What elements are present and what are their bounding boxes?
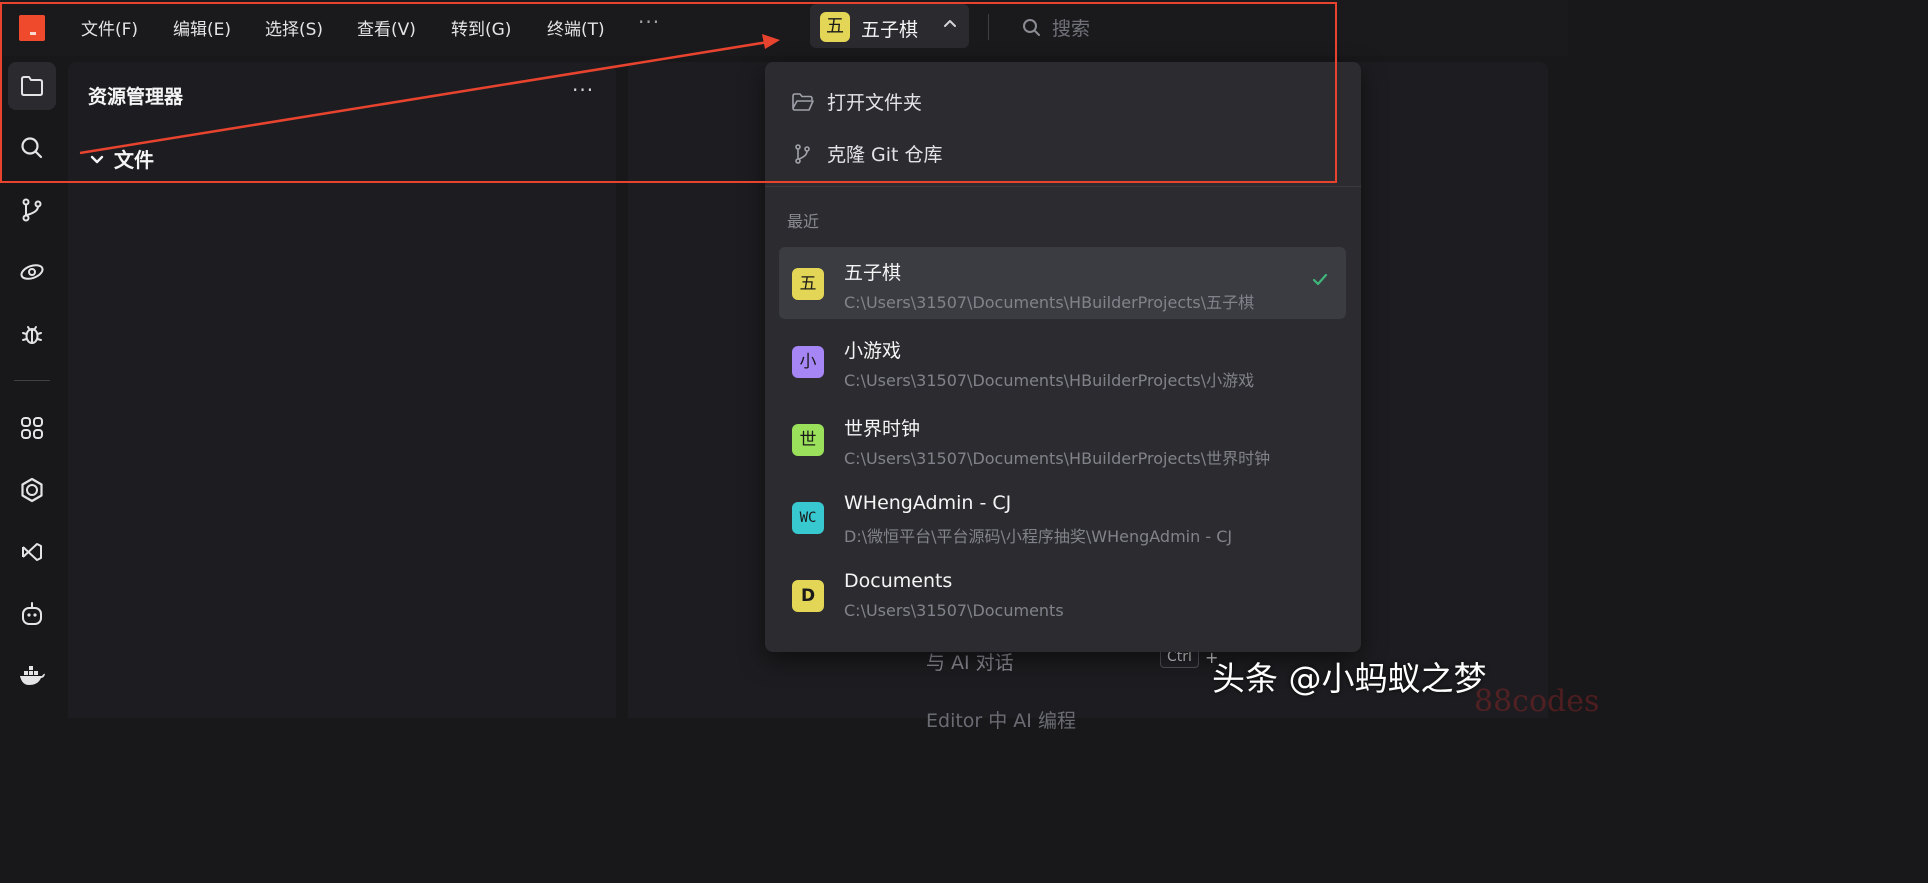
project-path: C:\Users\31507\Documents\HBuilderProject…	[844, 449, 1271, 468]
menu-goto[interactable]: 转到(G)	[451, 15, 511, 40]
divider	[14, 380, 50, 381]
clone-git-action[interactable]: 克隆 Git 仓库	[791, 140, 943, 167]
git-branch-icon	[22, 198, 42, 222]
divider	[765, 186, 1361, 187]
chevron-up-icon	[944, 20, 956, 27]
search-input[interactable]: 搜索	[1052, 14, 1090, 41]
docker-icon	[20, 666, 45, 685]
explorer-button[interactable]	[8, 62, 56, 110]
recent-project-item[interactable]: D Documents C:\Users\31507\Documents	[779, 559, 1346, 631]
section-label: 文件	[114, 148, 154, 172]
project-path: C:\Users\31507\Documents\HBuilderProject…	[844, 293, 1255, 312]
project-path: C:\Users\31507\Documents	[844, 601, 1064, 620]
project-badge: D	[792, 580, 824, 612]
cloud-button[interactable]	[8, 466, 56, 514]
folder-icon	[21, 76, 43, 96]
eye-orbit-icon	[20, 264, 44, 280]
panel-title: 资源管理器	[88, 86, 184, 108]
folder-open-icon	[792, 92, 814, 111]
divider	[988, 14, 989, 40]
scrollbar-gutter	[1552, 62, 1568, 718]
vs-logo-icon	[22, 543, 42, 561]
visual-studio-button[interactable]	[8, 528, 56, 576]
menu-edit[interactable]: 编辑(E)	[173, 15, 231, 40]
explorer-panel: 资源管理器 ··· 文件	[68, 62, 616, 718]
bug-icon	[22, 326, 42, 344]
recent-project-item[interactable]: 世 世界时钟 C:\Users\31507\Documents\HBuilder…	[779, 403, 1346, 475]
menu-select[interactable]: 选择(S)	[265, 15, 323, 40]
open-folder-action[interactable]: 打开文件夹	[791, 88, 922, 115]
open-folder-label: 打开文件夹	[827, 92, 923, 114]
check-icon	[1312, 273, 1328, 286]
panel-more-button[interactable]: ···	[572, 78, 594, 102]
project-switcher-button[interactable]: 五 五子棋	[810, 4, 969, 48]
menu-more-button[interactable]: ···	[638, 10, 660, 34]
project-name: 世界时钟	[844, 418, 921, 440]
ai-chat-hint: 与 AI 对话	[926, 652, 1014, 674]
search-icon	[21, 137, 43, 159]
clone-git-label: 克隆 Git 仓库	[827, 144, 943, 166]
project-badge: WC	[792, 502, 824, 534]
preview-button[interactable]	[8, 248, 56, 296]
project-name: Documents	[844, 570, 953, 592]
menu-terminal[interactable]: 终端(T)	[547, 15, 605, 40]
project-badge: 五	[792, 268, 824, 300]
recent-project-item[interactable]: WC WHengAdmin - CJ D:\微恒平台\平台源码\小程序抽奖\WH…	[779, 481, 1346, 553]
hexagon-ring-icon	[21, 477, 43, 503]
project-name: WHengAdmin - CJ	[844, 492, 1012, 514]
project-name: 五子棋	[861, 19, 919, 41]
project-name: 小游戏	[844, 340, 902, 362]
app-logo[interactable]	[19, 15, 45, 41]
title-bar: 文件(F) 编辑(E) 选择(S) 查看(V) 转到(G) 终端(T) ··· …	[0, 0, 1568, 56]
watermark: 头条 @小蚂蚁之梦	[1212, 659, 1487, 698]
extensions-button[interactable]	[8, 404, 56, 452]
project-badge: 小	[792, 346, 824, 378]
project-name: 五子棋	[844, 262, 902, 284]
search-view-button[interactable]	[8, 124, 56, 172]
ai-assistant-button[interactable]	[8, 590, 56, 638]
project-dropdown: 打开文件夹 克隆 Git 仓库 最近 五 五子棋 C:\Users\31507\…	[765, 62, 1361, 652]
debug-button[interactable]	[8, 310, 56, 358]
activity-bar	[0, 56, 64, 718]
watermark-logo: 88codes	[1474, 684, 1600, 719]
search-icon	[1023, 19, 1040, 36]
menu-file[interactable]: 文件(F)	[81, 15, 138, 40]
project-badge: 世	[792, 424, 824, 456]
project-badge: 五	[820, 12, 850, 42]
menu-view[interactable]: 查看(V)	[357, 15, 416, 40]
chevron-down-icon	[90, 155, 104, 163]
docker-button[interactable]	[8, 652, 56, 700]
files-section-header[interactable]: 文件	[90, 144, 154, 173]
source-control-button[interactable]	[8, 186, 56, 234]
recent-project-item[interactable]: 五 五子棋 C:\Users\31507\Documents\HBuilderP…	[779, 247, 1346, 319]
git-branch-icon	[795, 143, 810, 164]
robot-icon	[22, 602, 42, 625]
project-path: D:\微恒平台\平台源码\小程序抽奖\WHengAdmin - CJ	[844, 527, 1233, 546]
ai-coding-hint: Editor 中 AI 编程	[926, 710, 1076, 732]
project-path: C:\Users\31507\Documents\HBuilderProject…	[844, 371, 1255, 390]
recent-project-item[interactable]: 小 小游戏 C:\Users\31507\Documents\HBuilderP…	[779, 325, 1346, 397]
recent-heading: 最近	[787, 212, 820, 231]
grid-icon	[21, 417, 43, 439]
